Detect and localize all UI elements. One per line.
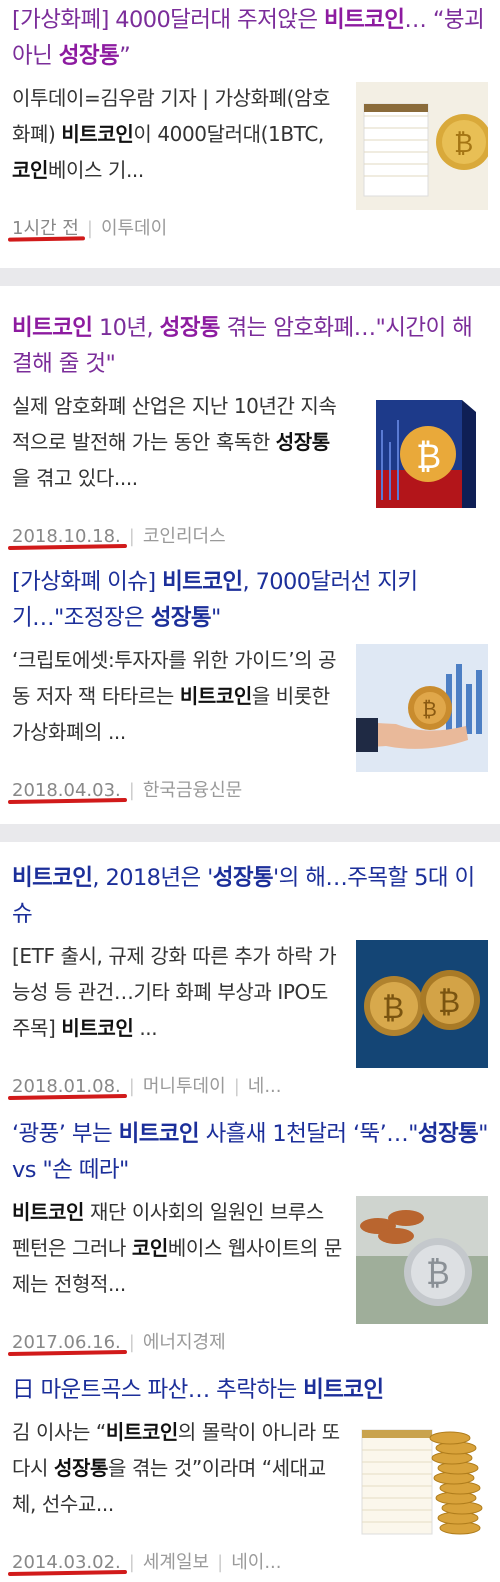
separator: | [217,1552,224,1573]
news-meta: 2018.01.08. | 머니투데이 | 네... [7,1068,488,1106]
news-title[interactable]: 비트코인, 2018년은 '성장통'의 해…주목할 5대 이슈 [12,860,488,932]
separator: | [128,1332,135,1353]
news-extra[interactable]: 네... [248,1076,282,1097]
red-underline [7,1093,127,1101]
news-title[interactable]: [가상화폐] 4000달러대 주저앉은 비트코인… “붕괴 아닌 성장통” [12,2,488,74]
hand-coin-thumbnail[interactable]: ₿ [356,644,488,772]
news-snippet: 비트코인 재단 이사회의 일원인 브루스 펜턴은 그러나 코인베이스 웹사이트의… [12,1200,342,1296]
section-divider [0,824,500,842]
news-source[interactable]: 세계일보 [143,1552,209,1573]
news-snippet: ‘크립토에셋:투자자를 위한 가이드’의 공동 저자 잭 타타르는 비트코인을 … [12,648,337,744]
separator: | [128,1076,135,1097]
news-snippet: 실제 암호화폐 산업은 지난 10년간 지속적으로 발전해 가는 동안 혹독한 … [12,394,337,490]
red-underline [7,543,127,551]
svg-text:₿: ₿ [382,991,404,1026]
news-item[interactable]: [가상화폐] 4000달러대 주저앉은 비트코인… “붕괴 아닌 성장통” 이투… [0,0,500,248]
news-meta: 2017.06.16. | 에너지경제 [7,1324,488,1362]
news-item[interactable]: ‘광풍’ 부는 비트코인 사흘새 1천달러 ‘뚝’…"성장통" vs "손 떼라… [0,1106,500,1362]
separator: | [86,218,93,239]
news-title[interactable]: 비트코인 10년, 성장통 겪는 암호화폐…"시간이 해결해 줄 것" [12,310,488,382]
news-title[interactable]: 日 마운트곡스 파산… 추락하는 비트코인 [12,1372,488,1408]
news-item[interactable]: [가상화폐 이슈] 비트코인, 7000달러선 지키기…"조정장은 성장통" ‘… [0,556,500,810]
svg-text:₿: ₿ [416,437,441,477]
news-date: 2017.06.16. [7,1332,127,1357]
news-extra[interactable]: 네이... [231,1552,281,1573]
news-source[interactable]: 한국금융신문 [143,780,242,801]
news-meta: 1시간 전 | 이투데이 [7,210,488,248]
bitcoin-box-thumbnail[interactable]: ₿ [356,390,488,518]
svg-text:₿: ₿ [454,129,473,159]
coins-dollar-thumbnail[interactable]: ₿ ₿ [356,940,488,1068]
red-underline [7,236,85,242]
svg-text:₿: ₿ [422,697,437,721]
news-meta: 2018.04.03. | 한국금융신문 [7,772,488,810]
news-title[interactable]: [가상화폐 이슈] 비트코인, 7000달러선 지키기…"조정장은 성장통" [12,564,488,636]
separator: | [233,1076,240,1097]
separator: | [128,780,135,801]
news-source[interactable]: 에너지경제 [143,1332,226,1353]
red-underline [7,1569,127,1577]
news-meta: 2014.03.02. | 세계일보 | 네이... [7,1544,488,1582]
news-item[interactable]: 日 마운트곡스 파산… 추락하는 비트코인 김 이사는 “비트코인의 몰락이 아… [0,1362,500,1582]
news-date: 1시간 전 [7,218,85,242]
section-divider [0,268,500,286]
red-underline [7,797,127,805]
price-table-thumbnail[interactable]: ₿ [356,82,492,210]
news-title[interactable]: ‘광풍’ 부는 비트코인 사흘새 1천달러 ‘뚝’…"성장통" vs "손 떼라… [12,1116,489,1188]
news-date: 2018.04.03. [7,780,127,805]
news-source[interactable]: 이투데이 [101,218,167,239]
news-date: 2018.10.18. [7,526,127,551]
news-snippet: 김 이사는 “비트코인의 몰락이 아니라 또다시 성장통을 겪는 것”이라며 “… [12,1420,340,1516]
news-item[interactable]: 비트코인 10년, 성장통 겪는 암호화폐…"시간이 해결해 줄 것" 실제 암… [0,286,500,556]
news-snippet: 이투데이=김우람 기자 | 가상화폐(암호화폐) 비트코인이 4000달러대(1… [12,86,330,182]
news-source[interactable]: 코인리더스 [143,526,226,547]
coin-stack-thumbnail[interactable] [356,1416,488,1544]
separator: | [128,1552,135,1573]
news-item[interactable]: 비트코인, 2018년은 '성장통'의 해…주목할 5대 이슈 [ETF 출시,… [0,842,500,1106]
separator: | [128,526,135,547]
news-source[interactable]: 머니투데이 [143,1076,226,1097]
svg-text:₿: ₿ [438,985,460,1020]
silver-coin-thumbnail[interactable]: ₿ [356,1196,488,1324]
red-underline [7,1349,127,1357]
news-meta: 2018.10.18. | 코인리더스 [7,518,488,556]
news-date: 2014.03.02. [7,1552,127,1577]
news-date: 2018.01.08. [7,1076,127,1101]
news-list: [가상화폐] 4000달러대 주저앉은 비트코인… “붕괴 아닌 성장통” 이투… [0,0,500,1582]
svg-text:₿: ₿ [426,1254,450,1292]
news-snippet: [ETF 출시, 규제 강화 따른 추가 하락 가능성 등 관건…기타 화폐 부… [12,944,337,1040]
